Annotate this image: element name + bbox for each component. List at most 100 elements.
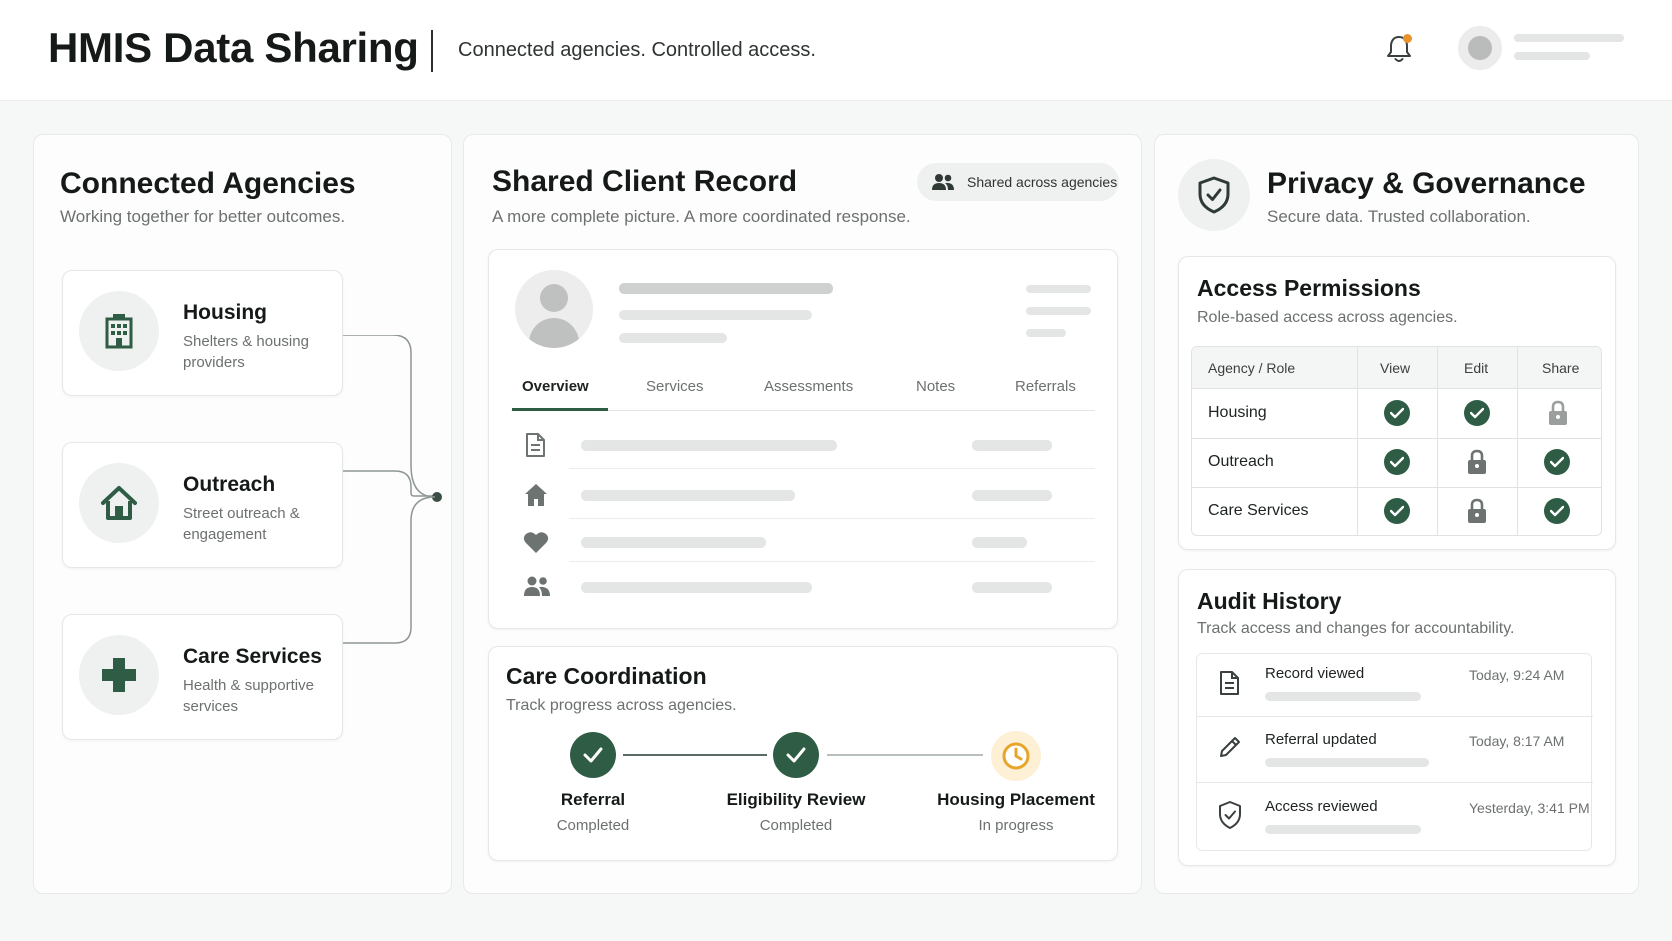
pencil-icon [1220, 737, 1240, 757]
audit-row-divider [1197, 782, 1593, 783]
column-header-share: Share [1542, 360, 1580, 376]
governance-icon-circle [1178, 159, 1250, 231]
agency-description: Shelters & housing providers [183, 333, 309, 371]
step-connector [623, 754, 767, 756]
governance-subtitle: Secure data. Trusted collaboration. [1267, 207, 1531, 226]
governance-title: Privacy & Governance [1267, 167, 1586, 200]
record-row-value-placeholder [972, 582, 1052, 593]
agency-icon-circle [79, 463, 159, 543]
share-locked-lock-icon [1549, 400, 1567, 425]
record-row-placeholder [581, 537, 766, 548]
audit-item-time: Today, 8:17 AM [1469, 733, 1565, 749]
client-meta-placeholder [1026, 307, 1091, 315]
active-tab-indicator [512, 408, 608, 411]
record-row-value-placeholder [972, 490, 1052, 501]
record-row-divider [569, 468, 1095, 469]
audit-item-time: Yesterday, 3:41 PM [1469, 800, 1590, 816]
client-name-placeholder [619, 283, 833, 294]
step-status: Completed [556, 817, 630, 834]
agency-description: Health & supportive services [183, 677, 314, 715]
edit-locked-lock-icon [1468, 498, 1486, 523]
column-divider [1437, 347, 1438, 535]
audit-item-detail-placeholder [1265, 825, 1421, 834]
agency-connector-top [343, 335, 436, 498]
audit-item-time: Today, 9:24 AM [1469, 667, 1565, 683]
building-icon [105, 314, 133, 349]
app-title: HMIS Data Sharing [48, 24, 419, 71]
column-header-agency-role: Agency / Role [1208, 360, 1296, 376]
permission-role: Care Services [1208, 502, 1309, 519]
audit-item-detail-placeholder [1265, 758, 1429, 767]
step-status: In progress [978, 817, 1054, 834]
client-record-card [488, 249, 1118, 629]
heart-icon [523, 532, 549, 553]
step-label: Housing Placement [937, 790, 1095, 809]
step-referral-completed [570, 732, 616, 778]
agency-icon-circle [79, 291, 159, 371]
step-housing-placement-in-progress [991, 731, 1041, 781]
column-header-edit: Edit [1464, 360, 1489, 376]
permissions-subtitle: Role-based access across agencies. [1197, 309, 1458, 326]
row-divider [1192, 487, 1601, 488]
agencies-subtitle: Working together for better outcomes. [60, 207, 346, 226]
share-allowed-check-icon [1544, 449, 1570, 475]
view-allowed-check-icon [1384, 400, 1410, 426]
view-allowed-check-icon [1384, 498, 1410, 524]
client-avatar [515, 270, 593, 348]
row-divider [1192, 438, 1601, 439]
step-connector [827, 754, 983, 756]
agency-name: Care Services [183, 645, 322, 668]
tab-overview[interactable]: Overview [522, 378, 589, 395]
house-icon [101, 486, 137, 520]
column-divider [1517, 347, 1518, 535]
client-meta-placeholder [1026, 329, 1066, 337]
record-row-value-placeholder [972, 537, 1027, 548]
shared-badge-label: Shared across agencies [967, 174, 1118, 190]
agency-icon-circle [79, 635, 159, 715]
agency-card-care-services[interactable]: Care Services Health & supportive servic… [62, 614, 343, 740]
care-coordination-card: Care Coordination Track progress across … [488, 646, 1118, 861]
connected-agencies-panel: Connected Agencies Working together for … [33, 134, 452, 894]
client-detail-placeholder [619, 333, 727, 343]
tab-notes[interactable]: Notes [916, 378, 955, 395]
tab-referrals[interactable]: Referrals [1015, 378, 1076, 395]
document-icon [1220, 671, 1239, 695]
agency-card-outreach[interactable]: Outreach Street outreach & engagement [62, 442, 343, 568]
record-row-divider [569, 561, 1095, 562]
tab-services[interactable]: Services [646, 378, 704, 395]
record-row-placeholder [581, 490, 795, 501]
edit-locked-lock-icon [1468, 449, 1486, 474]
audit-row-divider [1197, 716, 1593, 717]
people-icon [932, 174, 954, 190]
step-eligibility-completed [773, 732, 819, 778]
document-icon [526, 433, 545, 457]
people-icon [524, 576, 550, 596]
audit-title: Audit History [1197, 588, 1342, 614]
audit-item-title: Record viewed [1265, 665, 1365, 682]
agency-card-housing[interactable]: Housing Shelters & housing providers [62, 270, 343, 396]
record-row-value-placeholder [972, 440, 1052, 451]
agency-name: Housing [183, 301, 267, 324]
step-label: Referral [560, 790, 626, 809]
shared-badge: Shared across agencies [917, 163, 1119, 201]
record-row-placeholder [581, 582, 812, 593]
column-divider [1357, 347, 1358, 535]
audit-item-title: Referral updated [1265, 731, 1377, 748]
record-row-divider [569, 518, 1095, 519]
clock-icon [1002, 742, 1030, 770]
agency-description: Street outreach & engagement [183, 505, 300, 543]
check-icon [583, 747, 603, 763]
notification-dot [1403, 34, 1412, 43]
permission-role: Housing [1208, 404, 1267, 421]
coordination-subtitle: Track progress across agencies. [506, 697, 737, 714]
tab-assessments[interactable]: Assessments [764, 378, 853, 395]
edit-allowed-check-icon [1464, 400, 1490, 426]
client-meta-placeholder [1026, 285, 1091, 293]
check-icon [786, 747, 806, 763]
agency-name: Outreach [183, 473, 276, 496]
permissions-title: Access Permissions [1197, 275, 1421, 301]
audit-item-detail-placeholder [1265, 692, 1421, 701]
user-avatar[interactable] [1458, 26, 1502, 70]
record-row-placeholder [581, 440, 837, 451]
view-allowed-check-icon [1384, 449, 1410, 475]
